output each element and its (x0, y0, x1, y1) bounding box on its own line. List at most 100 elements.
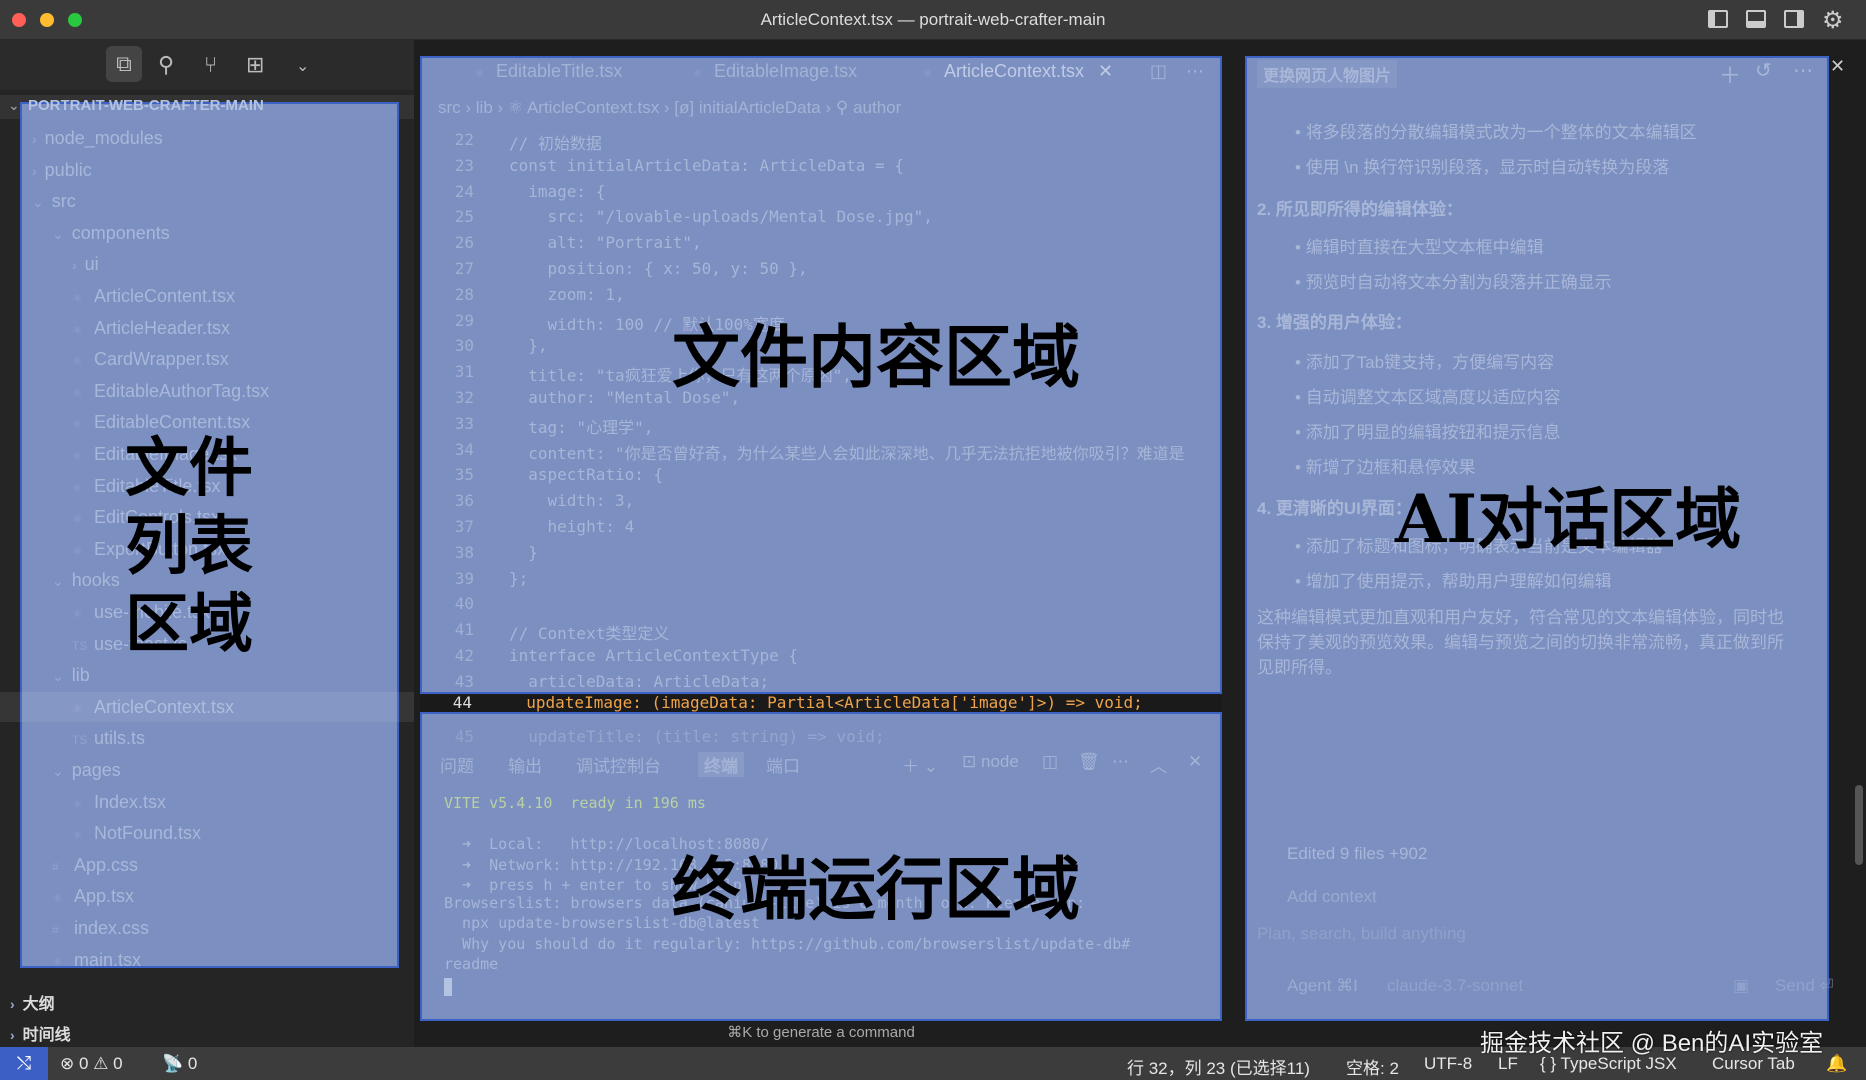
file-item[interactable]: TS utils.ts (72, 728, 145, 749)
code-line[interactable]: position: { x: 50, y: 50 }, (509, 259, 808, 278)
more-actions-icon[interactable]: ⋯ (1793, 58, 1813, 83)
chat-input[interactable]: Plan, search, build anything (1257, 924, 1466, 944)
terminal-tab[interactable]: 端口 (766, 752, 800, 777)
indentation[interactable]: 空格: 2 (1346, 1054, 1399, 1079)
code-line[interactable]: }; (509, 569, 528, 588)
toggle-secondary-sidebar-icon[interactable] (1784, 10, 1804, 28)
close-panel-icon[interactable]: ✕ (1188, 752, 1202, 772)
code-line[interactable]: image: { (509, 182, 605, 201)
terminal-tab[interactable]: 问题 (440, 752, 474, 777)
send-button[interactable]: Send ⏎ (1775, 976, 1834, 996)
split-editor-icon[interactable]: ◫ (1150, 58, 1167, 86)
chat-text: 使用 \n 换行符识别段落，显示时自动转换为段落 (1305, 158, 1670, 177)
file-item[interactable]: ⚛ Index.tsx (72, 792, 166, 813)
maximize-panel-icon[interactable]: ︿ (1150, 752, 1167, 777)
file-item[interactable]: ⚛ NotFound.tsx (72, 823, 201, 844)
folder-item[interactable]: ⌄ lib (52, 665, 90, 686)
tab-editable-image[interactable]: ⚛ EditableImage.tsx (692, 58, 857, 86)
add-context-button[interactable]: Add context (1287, 887, 1377, 907)
trash-icon[interactable]: 🗑 (1078, 752, 1100, 772)
chat-text: 自动调整文本区域高度以适应内容 (1305, 388, 1561, 407)
file-item[interactable]: ⚛ ArticleHeader.tsx (72, 318, 230, 339)
terminal-tab[interactable]: 调试控制台 (576, 752, 661, 777)
terminal-panel: 45 updateTitle: (title: string) => void;… (420, 712, 1222, 1021)
toggle-panel-icon[interactable] (1746, 10, 1766, 28)
folder-item[interactable]: ⌄ pages (52, 760, 121, 781)
code-line[interactable]: src: "/lovable-uploads/Mental Dose.jpg", (509, 207, 933, 226)
chat-text: 将多段落的分散编辑模式改为一个整体的文本编辑区 (1305, 123, 1697, 142)
more-actions-icon[interactable]: ⋯ (1186, 58, 1204, 86)
chevron-down-icon[interactable]: ⌄ (296, 56, 309, 76)
breadcrumb-item[interactable]: author (853, 98, 901, 117)
image-upload-icon[interactable]: ▣ (1733, 976, 1749, 996)
chat-scrollbar[interactable] (1855, 785, 1863, 865)
file-item[interactable]: ⚛ main.tsx (52, 950, 141, 971)
timeline-section[interactable]: › 时间线 (10, 1021, 71, 1045)
code-line[interactable]: interface ArticleContextType { (509, 646, 798, 665)
split-terminal-icon[interactable]: ◫ (1042, 752, 1058, 772)
model-selector[interactable]: claude-3.7-sonnet (1387, 976, 1523, 996)
file-item[interactable]: # App.css (52, 855, 138, 876)
folder-item[interactable]: ⌄ src (32, 191, 76, 212)
terminal-tab[interactable]: 输出 (508, 752, 542, 777)
code-line[interactable]: const initialArticleData: ArticleData = … (509, 156, 904, 175)
chat-title-tab[interactable]: 更换网页人物图片 (1257, 60, 1398, 88)
settings-gear-icon[interactable]: ⚙ (1822, 6, 1844, 35)
terminal-tab[interactable]: 终端 (698, 752, 744, 777)
code-line[interactable]: zoom: 1, (509, 285, 625, 304)
code-line[interactable]: height: 4 (509, 517, 635, 536)
file-item[interactable]: ⚛ App.tsx (52, 886, 134, 907)
cursor-position[interactable]: 行 32，列 23 (已选择11) (1127, 1054, 1310, 1079)
file-item[interactable]: ⚛ CardWrapper.tsx (72, 349, 229, 370)
explorer-icon[interactable]: ⧉ (106, 46, 142, 82)
code-line[interactable]: alt: "Portrait", (509, 233, 702, 252)
breadcrumb-item[interactable]: lib (476, 98, 493, 117)
item-label: ui (84, 254, 99, 275)
code-line[interactable]: content: "你是否曾好奇，为什么某些人会如此深深地、几乎无法抗拒地被你吸… (509, 440, 1184, 464)
tab-editable-title[interactable]: ⚛ EditableTitle.tsx (474, 58, 622, 86)
code-line[interactable]: }, (509, 336, 547, 355)
bell-icon[interactable]: 🔔 (1826, 1054, 1847, 1074)
new-terminal-icon[interactable]: ＋ ⌄ (902, 752, 938, 777)
code-line[interactable]: aspectRatio: { (509, 465, 663, 484)
new-chat-icon[interactable]: ＋ (1719, 58, 1741, 90)
file-item[interactable]: # index.css (52, 918, 149, 939)
agent-mode-selector[interactable]: Agent ⌘I (1287, 976, 1358, 996)
file-item[interactable]: ⚛ ArticleContent.tsx (72, 286, 235, 307)
encoding[interactable]: UTF-8 (1424, 1054, 1472, 1074)
remote-icon[interactable]: ⤭ (0, 1047, 48, 1080)
extensions-icon[interactable]: ⊞ (246, 52, 264, 78)
toggle-sidebar-icon[interactable] (1708, 10, 1728, 28)
chat-heading: 4. 更清晰的UI界面： (1257, 494, 1412, 519)
code-line[interactable]: } (509, 543, 538, 562)
chat-text: 编辑时直接在大型文本框中编辑 (1305, 238, 1544, 257)
file-item[interactable]: ⚛ EditableAuthorTag.tsx (72, 381, 269, 402)
problems-indicator[interactable]: ⊗ 0 ⚠ 0 (60, 1054, 123, 1074)
outline-section[interactable]: › 大纲 (10, 990, 55, 1014)
folder-item[interactable]: ⌄ components (52, 223, 170, 244)
ports-indicator[interactable]: 📡 0 (162, 1054, 197, 1074)
code-line[interactable]: tag: "心理学", (509, 414, 653, 438)
close-panel-icon[interactable]: ✕ (1830, 56, 1845, 77)
more-actions-icon[interactable]: ⋯ (1112, 752, 1129, 772)
breadcrumb-item[interactable]: ArticleContext.tsx (527, 98, 659, 117)
source-control-icon[interactable]: ⑂ (204, 52, 217, 78)
folder-item[interactable]: › ui (72, 254, 99, 275)
tab-article-context[interactable]: ⚛ ArticleContext.tsx ✕ (922, 58, 1113, 86)
code-line[interactable]: articleData: ArticleData; (509, 672, 769, 691)
code-line[interactable]: // 初始数据 (509, 130, 602, 154)
breadcrumb-item[interactable]: src (438, 98, 461, 117)
history-icon[interactable]: ↺ (1755, 58, 1772, 83)
close-tab-icon[interactable]: ✕ (1098, 61, 1113, 81)
breadcrumb-item[interactable]: initialArticleData (699, 98, 821, 117)
edited-files-summary[interactable]: Edited 9 files +902 (1287, 844, 1427, 864)
code-line[interactable]: width: 3, (509, 491, 635, 510)
project-title[interactable]: PORTRAIT-WEB-CRAFTER-MAIN (28, 97, 264, 114)
search-icon[interactable]: ⚲ (158, 52, 174, 78)
code-line[interactable]: updateImage: (imageData: Partial<Article… (507, 693, 1143, 712)
folder-item[interactable]: › node_modules (32, 128, 163, 149)
folder-item[interactable]: ⌄ hooks (52, 570, 120, 591)
folder-item[interactable]: › public (32, 160, 92, 181)
terminal-shell-selector[interactable]: ⊡ node (962, 752, 1019, 772)
code-line[interactable]: // Context类型定义 (509, 620, 669, 644)
